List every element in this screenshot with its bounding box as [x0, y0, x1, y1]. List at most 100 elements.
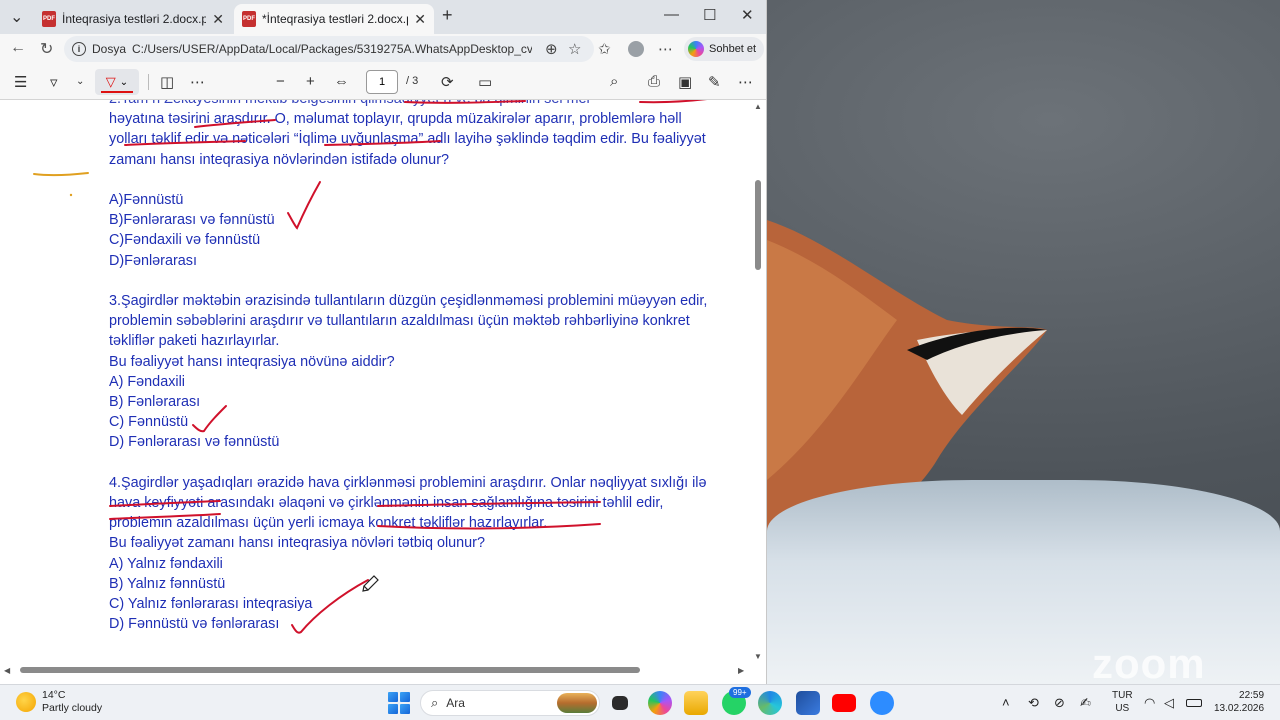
- highlight-dropdown-chevron-icon[interactable]: ⌄: [76, 76, 84, 87]
- question-2-line: zamanı hansı inteqrasiya növlərindən ist…: [109, 151, 449, 168]
- scroll-down-arrow-icon[interactable]: ▼: [754, 652, 762, 661]
- question-4-option: A) Yalnız fəndaxili: [109, 555, 223, 572]
- more-tools-icon[interactable]: ⋯: [190, 73, 205, 91]
- start-button-windows-icon[interactable]: [388, 692, 410, 714]
- question-4-option: C) Yalnız fənlərarası inteqrasiya: [109, 596, 313, 613]
- system-clock[interactable]: 22:59 13.02.2026: [1214, 689, 1264, 715]
- tab-actions-chevron-icon[interactable]: ⌄: [10, 7, 23, 27]
- weather-widget[interactable]: 14°C Partly cloudy: [16, 689, 102, 715]
- draw-pen-button[interactable]: ▽ ⌄: [95, 69, 139, 95]
- zoom-watermark: zoom: [1092, 640, 1206, 684]
- question-4-line: hava keyfiyyəti arasındakı əlaqəni və çi…: [109, 495, 664, 512]
- question-4-line: problemin azaldılması üçün yerli icmaya …: [109, 515, 548, 532]
- scroll-left-arrow-icon[interactable]: ◀: [4, 666, 10, 675]
- wifi-icon[interactable]: ◠: [1144, 695, 1155, 711]
- pdf-file-icon: PDF: [242, 11, 256, 27]
- windows-taskbar: 14°C Partly cloudy ⌕ Ara 99+ ˄ ⟲ ⊘ ✍ TUR…: [0, 684, 1280, 720]
- pen-tray-icon[interactable]: ✍: [1080, 695, 1091, 711]
- address-input[interactable]: i Dosya C:/Users/USER/AppData/Local/Pack…: [64, 36, 594, 62]
- back-arrow-icon[interactable]: ←: [10, 39, 26, 57]
- more-options-icon[interactable]: ⋯: [738, 73, 753, 91]
- zoom-in-icon[interactable]: +: [306, 73, 315, 90]
- favorite-star-icon[interactable]: ☆: [568, 40, 581, 58]
- rotate-icon[interactable]: ⟳: [441, 73, 454, 91]
- edge-browser-icon[interactable]: [758, 691, 782, 715]
- save-icon[interactable]: ▣: [678, 73, 692, 91]
- highlight-icon[interactable]: ▿: [50, 73, 58, 91]
- task-view-icon[interactable]: [612, 696, 628, 710]
- youtube-icon[interactable]: [832, 694, 856, 712]
- search-highlight-image: [557, 693, 597, 713]
- scroll-up-arrow-icon[interactable]: ▲: [754, 102, 762, 111]
- horizontal-scrollbar[interactable]: ◀ ▶: [0, 664, 752, 676]
- question-4-option: B) Yalnız fənnüstü: [109, 575, 226, 592]
- question-3-option: D) Fənlərarası və fənnüstü: [109, 434, 280, 451]
- url-scheme-label: Dosya: [92, 42, 127, 56]
- zoom-page-icon[interactable]: ⊕: [545, 40, 558, 58]
- close-tab-icon[interactable]: ✕: [212, 11, 224, 28]
- close-tab-icon[interactable]: ✕: [414, 11, 426, 28]
- document-text: 2.Tam n Zekayesinin mektib belgesinin qi…: [109, 100, 749, 634]
- refresh-icon[interactable]: ↻: [40, 39, 53, 59]
- question-4-line: Bu fəaliyyət zamanı hansı inteqrasiya nö…: [109, 535, 485, 552]
- pdf-document-view[interactable]: 2.Tam n Zekayesinin mektib belgesinin qi…: [0, 100, 766, 684]
- question-2-option: A)Fənnüstü: [109, 192, 184, 208]
- copilot-label: Sohbet et: [709, 43, 757, 55]
- print-icon[interactable]: ⎙: [648, 73, 660, 90]
- read-aloud-icon[interactable]: ◫: [160, 73, 174, 91]
- show-hidden-icons-chevron-icon[interactable]: ˄: [1002, 695, 1010, 710]
- zoom-out-icon[interactable]: −: [276, 73, 285, 90]
- vertical-scroll-thumb[interactable]: [755, 180, 761, 270]
- question-4-line: 4.Şagirdlər yaşadıqları ərazidə hava çir…: [109, 474, 707, 491]
- camera-off-icon[interactable]: ⊘: [1054, 695, 1065, 711]
- question-2-option: D)Fənlərarası: [109, 252, 197, 269]
- volume-icon[interactable]: ◁: [1164, 695, 1174, 711]
- page-number-input[interactable]: [366, 70, 398, 94]
- close-window-icon[interactable]: ✕: [741, 6, 754, 24]
- question-3-option: B) Fənlərarası: [109, 394, 201, 411]
- sync-icon[interactable]: ⟲: [1028, 695, 1039, 711]
- favorites-list-icon[interactable]: ✩: [598, 40, 611, 58]
- whatsapp-unread-badge: 99+: [729, 687, 751, 698]
- page-view-icon[interactable]: ▭: [478, 73, 492, 91]
- tab-inactive[interactable]: PDF İnteqrasiya testləri 2.docx.pdf ✕: [34, 4, 232, 34]
- copilot-app-icon[interactable]: [648, 691, 672, 715]
- question-2-line: 2.Tam n Zekayesinin mektib belgesinin qi…: [109, 100, 749, 109]
- horizontal-scroll-thumb[interactable]: [20, 667, 640, 673]
- question-3-line: 3.Şagirdlər məktəbin ərazisində tullantı…: [109, 293, 708, 309]
- fit-width-icon[interactable]: ⇔: [334, 73, 349, 90]
- pen-icon: ▽: [105, 74, 116, 89]
- clock-time: 22:59: [1239, 690, 1265, 701]
- profile-avatar[interactable]: [628, 41, 644, 57]
- microsoft-store-icon[interactable]: [796, 691, 820, 715]
- question-4-option: D) Fənnüstü və fənlərarası: [109, 616, 280, 633]
- toolbar-divider: [148, 74, 149, 90]
- partly-cloudy-icon: [16, 692, 36, 712]
- question-3-line: Bu fəaliyyət hansı inteqrasiya növünə ai…: [109, 353, 395, 370]
- weather-description: Partly cloudy: [42, 702, 103, 714]
- url-text: C:/Users/USER/AppData/Local/Packages/531…: [132, 42, 533, 56]
- info-icon[interactable]: i: [72, 42, 86, 56]
- scroll-right-arrow-icon[interactable]: ▶: [738, 666, 744, 675]
- vertical-scrollbar[interactable]: ▲ ▼: [752, 100, 764, 664]
- zoom-app-icon[interactable]: [870, 691, 894, 715]
- file-explorer-icon[interactable]: [684, 691, 708, 715]
- save-as-icon[interactable]: ✎: [708, 73, 721, 91]
- tab-active[interactable]: PDF *İnteqrasiya testləri 2.docx.pdf ✕: [234, 4, 434, 34]
- copilot-chat-button[interactable]: Sohbet et: [684, 37, 765, 61]
- question-3-line: təkliflər paketi hazırlayırlar.: [109, 333, 280, 350]
- battery-icon[interactable]: [1186, 699, 1202, 707]
- pdf-file-icon: PDF: [42, 11, 56, 27]
- contents-list-icon[interactable]: ☰: [14, 73, 27, 91]
- input-language-indicator[interactable]: TUR US: [1112, 689, 1133, 715]
- question-3-line: problemin səbəblərini araşdırır və tulla…: [109, 313, 690, 330]
- keyboard-layout: US: [1115, 703, 1130, 714]
- maximize-icon[interactable]: ☐: [703, 6, 716, 24]
- taskbar-search-box[interactable]: ⌕ Ara: [420, 690, 600, 716]
- minimize-icon[interactable]: —: [664, 6, 679, 23]
- search-icon[interactable]: ⌕: [610, 73, 618, 90]
- more-options-icon[interactable]: ⋯: [658, 40, 673, 58]
- new-tab-plus-icon[interactable]: +: [442, 5, 453, 26]
- ink-margin-mark: [33, 172, 89, 177]
- address-bar-row: ← ↻ i Dosya C:/Users/USER/AppData/Local/…: [0, 34, 766, 64]
